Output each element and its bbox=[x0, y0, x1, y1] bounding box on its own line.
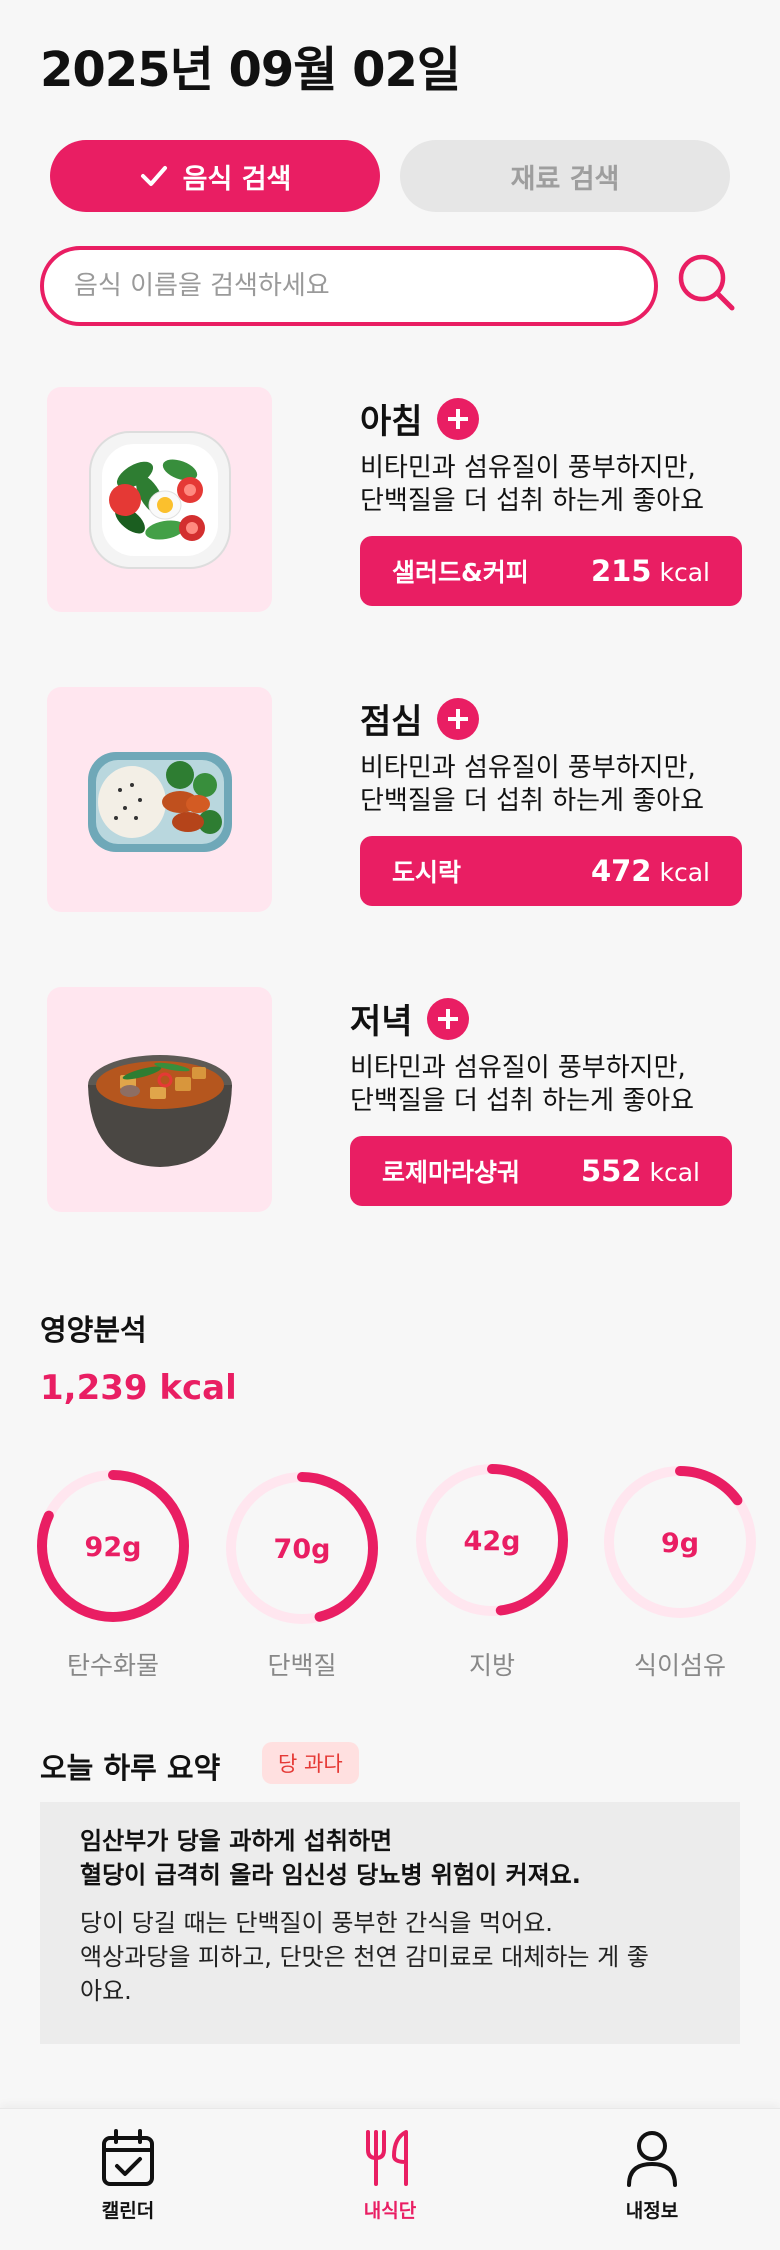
dinner-desc-line: 비타민과 섬유질이 풍부하지만, bbox=[350, 1053, 686, 1083]
breakfast-food-name: 샐러드&커피 bbox=[392, 558, 529, 587]
person-icon bbox=[627, 2131, 677, 2187]
breakfast-image[interactable] bbox=[47, 387, 272, 612]
dinner-food-name: 로제마라샹궈 bbox=[382, 1158, 521, 1187]
dinner-title-text: 저녁 bbox=[350, 1002, 413, 1042]
breakfast-desc-line: 비타민과 섬유질이 풍부하지만, bbox=[360, 453, 696, 483]
nutrient-ring: 42g bbox=[412, 1460, 572, 1620]
summary-title: 오늘 하루 요약 bbox=[40, 1751, 221, 1785]
add-breakfast-button[interactable] bbox=[436, 397, 479, 440]
search-field[interactable] bbox=[40, 246, 658, 326]
add-dinner-button[interactable] bbox=[426, 997, 469, 1040]
search-input[interactable] bbox=[74, 271, 654, 301]
tab-ingredient-search[interactable]: 재료 검색 bbox=[400, 140, 730, 212]
status-badge: 당 과다 bbox=[262, 1742, 359, 1784]
nutrition-title: 영양분석 bbox=[40, 1313, 147, 1347]
kcal-unit: kcal bbox=[659, 558, 711, 587]
summary-head-line: 혈당이 급격히 올라 임신성 당뇨병 위험이 커져요. bbox=[80, 1861, 581, 1889]
ring-value: 42g bbox=[464, 1526, 521, 1557]
nutrient-ring: 92g bbox=[33, 1466, 193, 1626]
lunch-kcal: 472 bbox=[590, 854, 652, 888]
check-icon bbox=[140, 166, 167, 186]
search-icon bbox=[678, 254, 735, 311]
kcal-unit: kcal bbox=[659, 858, 711, 887]
summary-body-line: 당이 당길 때는 단백질이 풍부한 간식을 먹어요. bbox=[80, 1909, 553, 1937]
nav-my-info[interactable]: 내정보 bbox=[582, 2128, 722, 2223]
summary-headline: 임산부가 당을 과하게 섭취하면 혈당이 급격히 올라 임신성 당뇨병 위험이 … bbox=[80, 1824, 700, 1892]
nutrient-label: 단백질 bbox=[267, 1651, 337, 1680]
breakfast-desc-line: 단백질을 더 섭취 하는게 좋아요 bbox=[360, 486, 705, 516]
nutrient-label: 탄수화물 bbox=[66, 1651, 159, 1680]
lunch-title: 점심 bbox=[360, 694, 479, 743]
dinner-description: 비타민과 섬유질이 풍부하지만, 단백질을 더 섭취 하는게 좋아요 bbox=[350, 1052, 694, 1118]
dinner-food-pill[interactable]: 로제마라샹궈 552 kcal bbox=[350, 1136, 732, 1206]
lunch-desc-line: 비타민과 섬유질이 풍부하지만, bbox=[360, 753, 696, 783]
dinner-image[interactable] bbox=[47, 987, 272, 1212]
breakfast-kcal: 215 bbox=[590, 554, 652, 588]
total-kcal: 1,239 kcal bbox=[40, 1368, 237, 1408]
search-button[interactable] bbox=[676, 252, 738, 314]
nutrient-ring: 9g bbox=[600, 1462, 760, 1622]
page-title: 2025년 09월 02일 bbox=[40, 42, 461, 98]
lunch-desc-line: 단백질을 더 섭취 하는게 좋아요 bbox=[360, 786, 705, 816]
nav-my-meal-label: 내식단 bbox=[363, 2200, 417, 2222]
dinner-kcal: 552 bbox=[580, 1154, 642, 1188]
lunch-title-text: 점심 bbox=[360, 702, 423, 742]
summary-body: 당이 당길 때는 단백질이 풍부한 간식을 먹어요. 액상과당을 피하고, 단맛… bbox=[80, 1906, 700, 2008]
summary-body-line: 액상과당을 피하고, 단맛은 천연 감미료로 대체하는 게 좋 bbox=[80, 1943, 649, 1971]
stew-pot-icon bbox=[87, 1054, 232, 1167]
nav-calendar[interactable]: 캘린더 bbox=[58, 2128, 198, 2223]
nutrient-label: 식이섬유 bbox=[633, 1651, 726, 1680]
lunch-food-pill[interactable]: 도시락 472 kcal bbox=[360, 836, 742, 906]
lunch-image[interactable] bbox=[47, 687, 272, 912]
add-lunch-button[interactable] bbox=[436, 697, 479, 740]
lunch-box-icon bbox=[87, 751, 232, 852]
tab-food-search-label: 음식 검색 bbox=[182, 163, 292, 195]
tab-ingredient-search-label: 재료 검색 bbox=[510, 163, 620, 195]
kcal-unit: kcal bbox=[649, 1158, 701, 1187]
tab-food-search[interactable]: 음식 검색 bbox=[50, 140, 380, 212]
nutrient-ring: 70g bbox=[222, 1468, 382, 1628]
fork-knife-icon bbox=[366, 2130, 408, 2186]
lunch-description: 비타민과 섬유질이 풍부하지만, 단백질을 더 섭취 하는게 좋아요 bbox=[360, 752, 704, 818]
ring-value: 70g bbox=[274, 1534, 331, 1565]
ring-value: 9g bbox=[661, 1528, 699, 1559]
lunch-food-name: 도시락 bbox=[392, 858, 462, 887]
breakfast-title: 아침 bbox=[360, 394, 479, 443]
dinner-desc-line: 단백질을 더 섭취 하는게 좋아요 bbox=[350, 1086, 695, 1116]
breakfast-description: 비타민과 섬유질이 풍부하지만, 단백질을 더 섭취 하는게 좋아요 bbox=[360, 452, 704, 518]
nav-calendar-label: 캘린더 bbox=[101, 2200, 155, 2222]
ring-value: 92g bbox=[85, 1532, 142, 1563]
calendar-icon bbox=[102, 2129, 154, 2186]
salad-plate-icon bbox=[88, 430, 231, 569]
nav-my-meal[interactable]: 내식단 bbox=[320, 2128, 460, 2223]
nav-my-info-label: 내정보 bbox=[625, 2200, 679, 2222]
nutrient-label: 지방 bbox=[468, 1651, 515, 1680]
summary-box: 임산부가 당을 과하게 섭취하면 혈당이 급격히 올라 임신성 당뇨병 위험이 … bbox=[40, 1802, 740, 2044]
summary-head-line: 임산부가 당을 과하게 섭취하면 bbox=[80, 1827, 393, 1855]
summary-body-line: 아요. bbox=[80, 1977, 132, 2005]
breakfast-title-text: 아침 bbox=[360, 402, 423, 442]
breakfast-food-pill[interactable]: 샐러드&커피 215 kcal bbox=[360, 536, 742, 606]
dinner-title: 저녁 bbox=[350, 994, 469, 1043]
